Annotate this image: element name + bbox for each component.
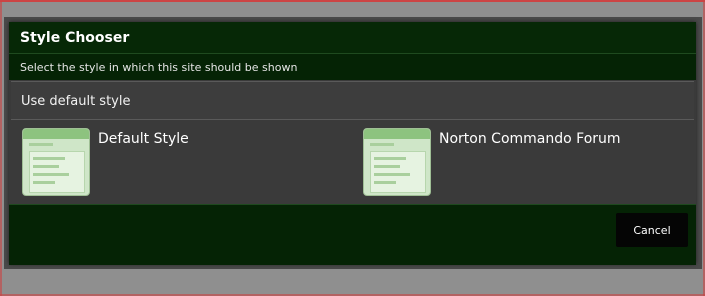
- style-name: Norton Commando Forum: [439, 131, 621, 147]
- window-frame-left: [0, 0, 2, 296]
- cancel-button[interactable]: Cancel: [616, 213, 688, 247]
- dialog-subheader: Select the style in which this site shou…: [9, 54, 696, 80]
- dialog-header: Style Chooser: [9, 22, 696, 54]
- style-option-default[interactable]: Default Style: [22, 128, 342, 198]
- dialog-title: Style Chooser: [20, 30, 130, 46]
- dialog-footer: Cancel: [9, 204, 696, 265]
- style-thumbnail-icon: [22, 128, 90, 196]
- use-default-style-label: Use default style: [21, 94, 131, 109]
- style-thumbnail-icon: [363, 128, 431, 196]
- dialog-subtitle: Select the style in which this site shou…: [20, 61, 298, 74]
- window-frame-top: [0, 0, 705, 2]
- style-option-norton-commando-forum[interactable]: Norton Commando Forum: [363, 128, 683, 198]
- use-default-style-option[interactable]: Use default style: [11, 81, 694, 120]
- style-chooser-dialog: Style Chooser Select the style in which …: [9, 22, 696, 265]
- style-name: Default Style: [98, 131, 189, 147]
